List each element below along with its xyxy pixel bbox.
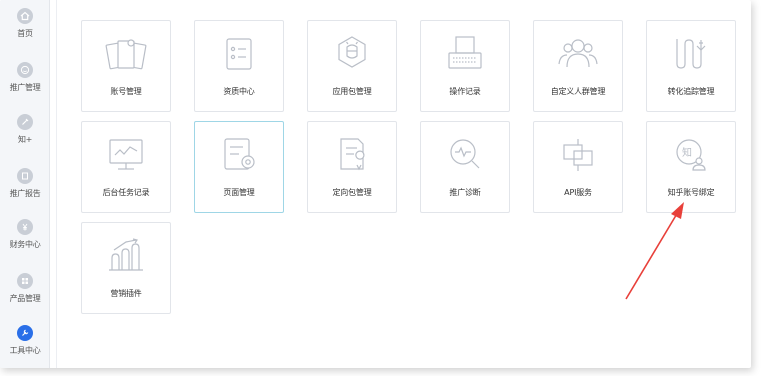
grid-icon <box>17 273 33 289</box>
smile-icon <box>17 62 33 78</box>
tool-card-label: 定向包管理 <box>332 188 372 197</box>
cards-icon <box>82 33 170 75</box>
pen-icon <box>17 114 33 130</box>
page-settings-icon <box>195 134 283 176</box>
sidebar-item-finance[interactable]: 财务中心 <box>0 219 50 263</box>
typewriter-icon <box>421 33 509 75</box>
tool-card-qualification-center[interactable]: 资质中心 <box>194 20 284 112</box>
sidebar-item-label: 推广管理 <box>9 83 41 92</box>
api-blocks-icon <box>534 134 622 176</box>
zhihu-user-icon: 知 <box>647 134 735 176</box>
sidebar-item-home[interactable]: 首页 <box>0 8 50 52</box>
tool-card-targeting-package-management[interactable]: 定向包管理 <box>307 121 397 213</box>
sidebar-item-label: 知+ <box>17 135 33 144</box>
tool-card-operation-log[interactable]: 操作记录 <box>420 20 510 112</box>
sidebar-item-label: 首页 <box>17 29 33 38</box>
sidebar-item-report[interactable]: 推广报告 <box>0 168 50 212</box>
tool-card-label: API服务 <box>564 188 592 197</box>
tool-card-label: 资质中心 <box>223 87 255 96</box>
sidebar-item-zhi-plus[interactable]: 知+ <box>0 114 50 158</box>
sidebar-item-tools[interactable]: 工具中心 <box>0 325 50 368</box>
yen-icon <box>17 219 33 235</box>
sidebar-item-promotion[interactable]: 推广管理 <box>0 62 50 106</box>
sidebar-item-label: 工具中心 <box>9 346 41 355</box>
annotation-arrow <box>625 202 684 300</box>
tool-card-label: 转化追踪管理 <box>667 87 715 96</box>
tool-card-label: 自定义人群管理 <box>550 87 606 96</box>
tool-card-api-service[interactable]: API服务 <box>533 121 623 213</box>
content-divider <box>56 0 57 368</box>
svg-text:知: 知 <box>682 146 692 159</box>
tool-card-conversion-tracking[interactable]: 转化追踪管理 <box>646 20 736 112</box>
tool-card-custom-audience-management[interactable]: 自定义人群管理 <box>533 20 623 112</box>
tool-card-label: 应用包管理 <box>332 87 372 96</box>
sidebar-item-label: 推广报告 <box>9 189 41 198</box>
tool-card-label: 营销插件 <box>110 289 142 298</box>
sidebar-item-label: 产品管理 <box>9 294 41 303</box>
audience-icon <box>534 33 622 75</box>
tools-icon <box>17 325 33 341</box>
tool-card-label: 操作记录 <box>449 87 481 96</box>
app-package-icon <box>308 33 396 75</box>
report-icon <box>17 168 33 184</box>
tool-card-background-task-log[interactable]: 后台任务记录 <box>81 121 171 213</box>
certificate-icon <box>195 33 283 75</box>
tool-card-app-package-management[interactable]: 应用包管理 <box>307 20 397 112</box>
tool-card-promotion-diagnosis[interactable]: 推广诊断 <box>420 121 510 213</box>
conversion-tracking-icon <box>647 33 735 75</box>
tool-card-label: 页面管理 <box>223 188 255 197</box>
monitor-chart-icon <box>82 134 170 176</box>
diagnosis-icon <box>421 134 509 176</box>
tool-card-label: 账号管理 <box>110 87 142 96</box>
targeting-doc-icon <box>308 134 396 176</box>
sidebar-item-label: 财务中心 <box>9 240 41 249</box>
tool-card-marketing-plugin[interactable]: 营销插件 <box>81 222 171 314</box>
sidebar-item-product[interactable]: 产品管理 <box>0 273 50 317</box>
marketing-plugin-icon <box>82 235 170 277</box>
tool-card-label: 知乎账号绑定 <box>667 188 715 197</box>
home-icon <box>17 8 33 24</box>
tool-center-window: 首页 推广管理 知+ 推广报告 财务中心 产品管理 工具中心 账号管理 资质中心… <box>0 0 751 368</box>
sidebar: 首页 推广管理 知+ 推广报告 财务中心 产品管理 工具中心 <box>0 0 50 368</box>
tool-card-page-management[interactable]: 页面管理 <box>194 121 284 213</box>
tool-card-account-management[interactable]: 账号管理 <box>81 20 171 112</box>
tool-card-label: 推广诊断 <box>449 188 481 197</box>
tool-card-label: 后台任务记录 <box>102 188 150 197</box>
